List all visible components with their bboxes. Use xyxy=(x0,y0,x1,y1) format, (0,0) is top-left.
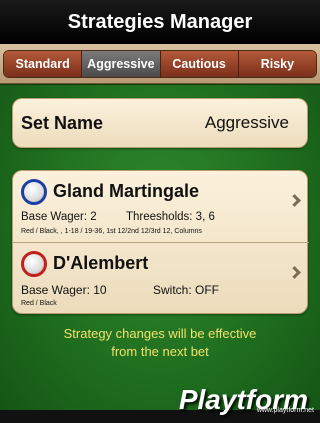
strategy-row-gland-martingale[interactable]: Gland Martingale Base Wager: 2 Threeshol… xyxy=(13,171,309,243)
strategy-bets: Red / Black, , 1-18 / 19-36, 1st 12/2nd … xyxy=(21,228,202,235)
strategy-bets: Red / Black xyxy=(21,300,57,307)
watermark-url: www.playtform.net xyxy=(256,407,314,414)
red-chip-icon xyxy=(21,251,47,277)
segment-bar: Standard Aggressive Cautious Risky xyxy=(0,44,320,84)
strategy-extra: Threesholds: 3, 6 xyxy=(126,211,215,223)
strategy-row-dalembert[interactable]: D'Alembert Base Wager: 10 Switch: OFF Re… xyxy=(13,243,309,315)
blue-chip-icon xyxy=(21,179,47,205)
tab-aggressive[interactable]: Aggressive xyxy=(82,51,161,77)
set-name-row[interactable]: Set Name Aggressive xyxy=(12,98,308,148)
tab-risky[interactable]: Risky xyxy=(238,51,316,77)
strategy-name: D'Alembert xyxy=(53,253,149,273)
page-title: Strategies Manager xyxy=(67,10,253,33)
tab-cautious[interactable]: Cautious xyxy=(160,51,239,77)
info-notice: Strategy changes will be effective from … xyxy=(0,325,320,361)
strategy-details: Base Wager: 2 Threesholds: 3, 6 xyxy=(21,211,215,223)
segmented-control: Standard Aggressive Cautious Risky xyxy=(3,50,317,78)
set-name-label: Set Name xyxy=(21,112,104,133)
tab-standard[interactable]: Standard xyxy=(4,51,83,77)
strategy-name: Gland Martingale xyxy=(53,181,200,201)
strategy-extra: Switch: OFF xyxy=(153,283,220,297)
strategies-list: Gland Martingale Base Wager: 2 Threeshol… xyxy=(12,170,309,315)
chevron-right-icon xyxy=(288,266,301,279)
base-wager: Base Wager: 10 xyxy=(21,283,107,297)
navigation-bar: Strategies Manager xyxy=(0,0,320,44)
notice-line-1: Strategy changes will be effective xyxy=(63,326,257,341)
set-name-value[interactable]: Aggressive xyxy=(205,113,295,133)
strategy-details: Base Wager: 10 Switch: OFF xyxy=(21,283,219,297)
chevron-right-icon xyxy=(288,194,301,207)
base-wager: Base Wager: 2 xyxy=(21,211,97,223)
notice-line-2: from the next bet xyxy=(111,344,209,359)
